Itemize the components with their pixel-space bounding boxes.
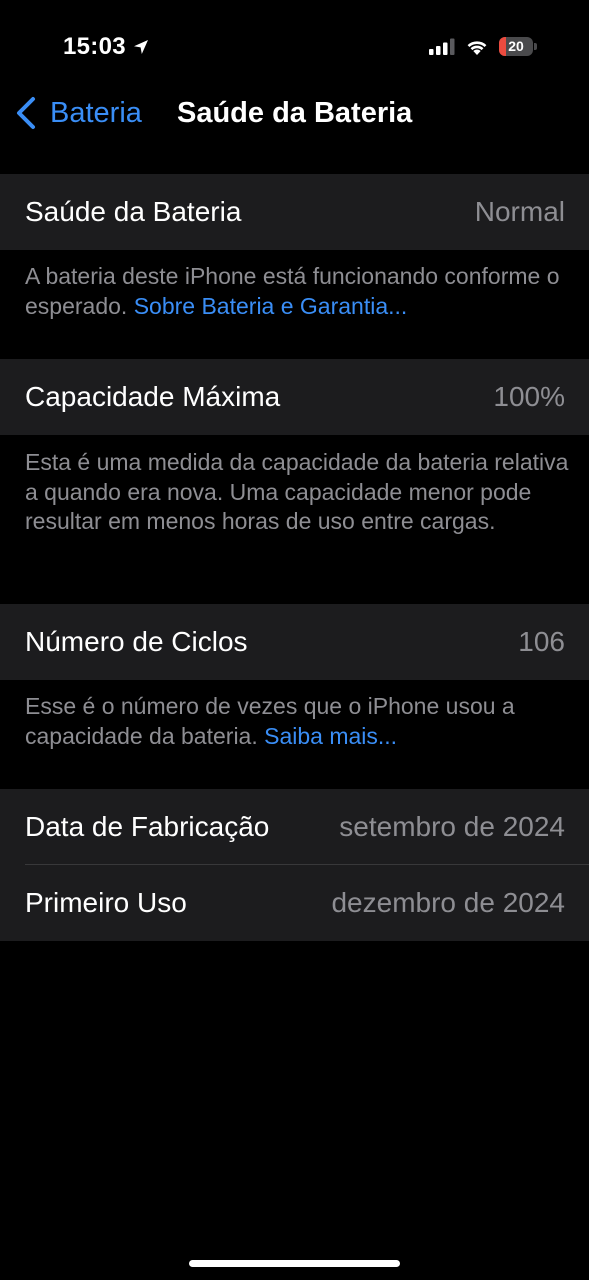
page-title: Saúde da Bateria: [177, 97, 413, 129]
location-arrow-icon: [133, 40, 148, 54]
cycle-count-group: Número de Ciclos 106: [0, 604, 589, 680]
cellular-signal-icon: [429, 38, 455, 55]
battery-health-label: Saúde da Bateria: [25, 196, 242, 227]
max-capacity-footer: Esta é uma medida da capacidade da bater…: [25, 448, 570, 537]
manufacture-date-value: setembro de 2024: [339, 811, 565, 842]
status-time: 15:03: [63, 33, 150, 61]
battery-health-row: Saúde da Bateria Normal: [0, 174, 589, 250]
max-capacity-footer-text: Esta é uma medida da capacidade da bater…: [25, 449, 569, 534]
battery-health-footer: A bateria deste iPhone está funcionando …: [25, 262, 570, 321]
first-use-label: Primeiro Uso: [25, 887, 187, 918]
max-capacity-value: 100%: [493, 381, 565, 412]
max-capacity-group: Capacidade Máxima 100%: [0, 359, 589, 435]
first-use-value: dezembro de 2024: [331, 887, 565, 918]
dates-group: Data de Fabricação setembro de 2024 Prim…: [0, 789, 589, 941]
home-indicator[interactable]: [189, 1260, 400, 1267]
wifi-icon: [467, 40, 487, 55]
status-indicators: 20: [429, 37, 537, 56]
battery-body: 20: [499, 37, 533, 56]
cycle-count-value: 106: [518, 626, 565, 657]
cycle-count-label: Número de Ciclos: [25, 626, 248, 657]
battery-level-text: 20: [508, 38, 524, 54]
status-bar: 15:03 20: [0, 0, 589, 96]
cycle-count-row: Número de Ciclos 106: [0, 604, 589, 680]
learn-more-link[interactable]: Saiba mais...: [264, 723, 397, 749]
manufacture-date-row: Data de Fabricação setembro de 2024: [0, 789, 589, 865]
first-use-row: Primeiro Uso dezembro de 2024: [0, 865, 589, 941]
chevron-left-icon: [17, 97, 35, 129]
manufacture-date-label: Data de Fabricação: [25, 811, 270, 842]
navigation-bar: Bateria Saúde da Bateria: [0, 86, 589, 142]
battery-icon: 20: [499, 37, 537, 56]
max-capacity-row: Capacidade Máxima 100%: [0, 359, 589, 435]
battery-health-group: Saúde da Bateria Normal: [0, 174, 589, 250]
clock-text: 15:03: [63, 33, 126, 60]
battery-health-value: Normal: [474, 196, 565, 227]
cycle-count-footer: Esse é o número de vezes que o iPhone us…: [25, 692, 570, 751]
battery-tip: [534, 43, 537, 50]
max-capacity-label: Capacidade Máxima: [25, 381, 281, 412]
back-button-label: Bateria: [50, 96, 142, 129]
back-button[interactable]: Bateria: [14, 96, 142, 130]
battery-warranty-link[interactable]: Sobre Bateria e Garantia...: [134, 293, 408, 319]
